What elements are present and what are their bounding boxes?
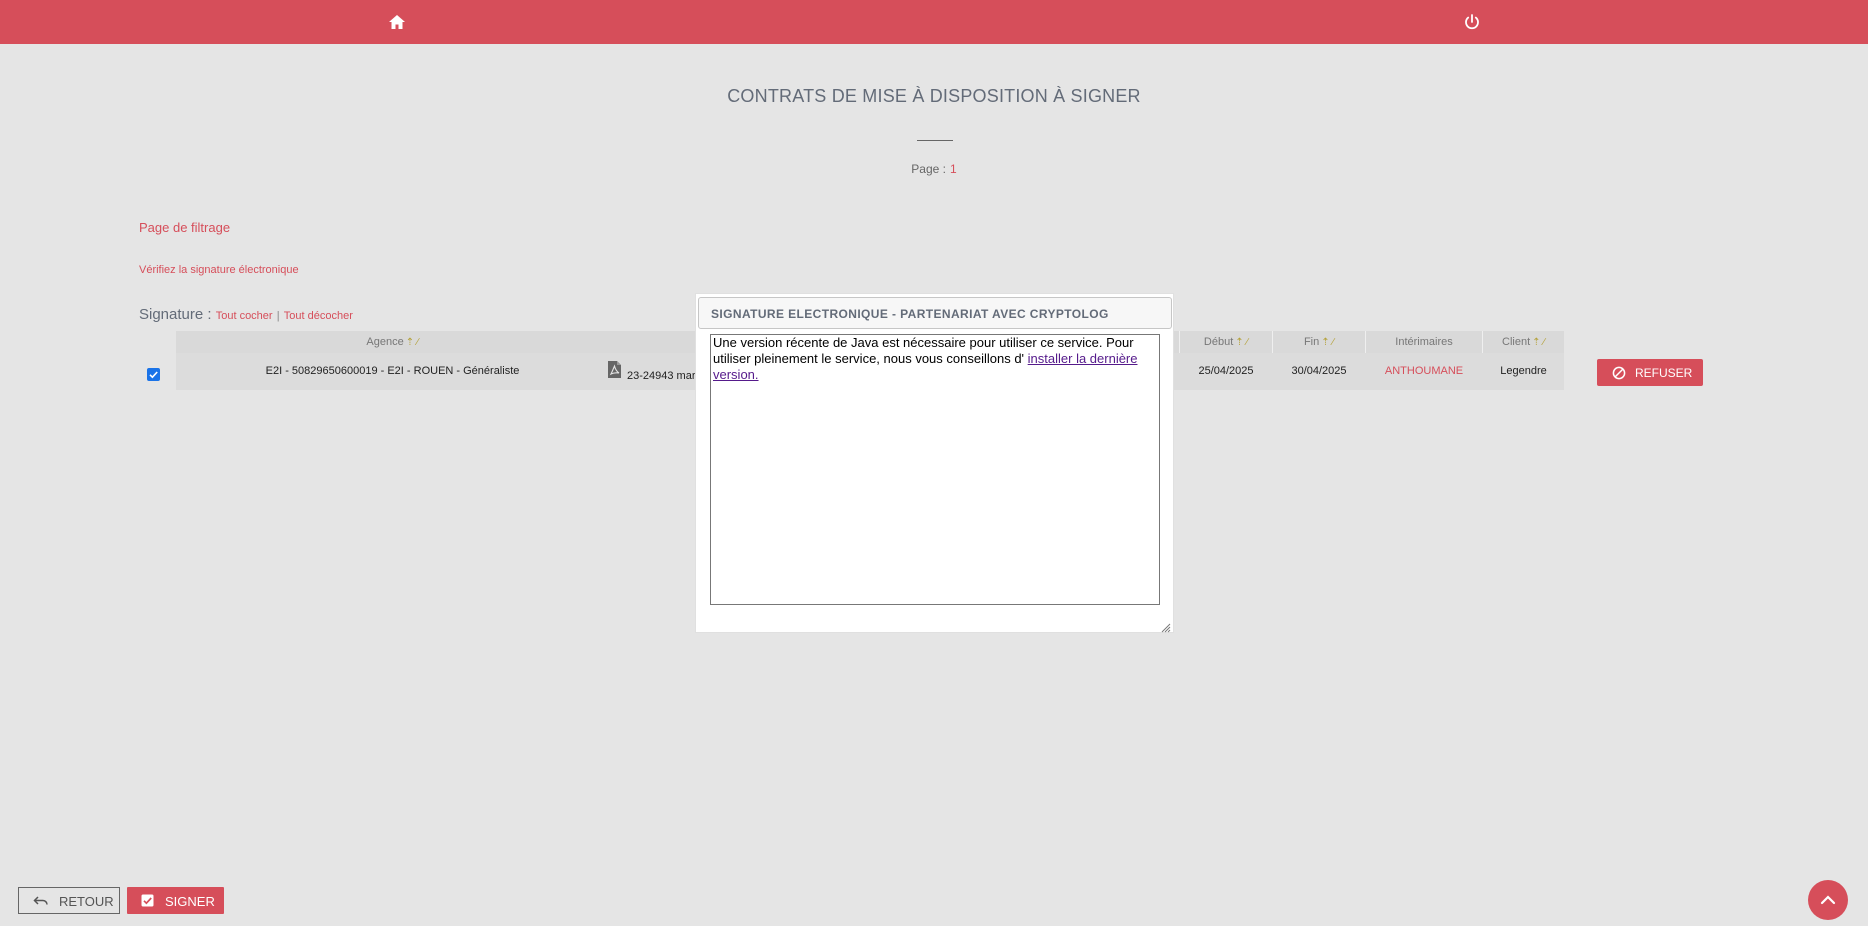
header-client[interactable]: Client ⇡ ∕ — [1483, 331, 1564, 353]
sort-icon[interactable]: ⇡ ∕ — [1235, 337, 1248, 348]
signature-controls: Signature : Tout cocher | Tout décocher — [139, 306, 353, 323]
undo-icon — [33, 894, 49, 908]
row-checkbox[interactable] — [147, 368, 160, 381]
top-navbar — [0, 0, 1868, 44]
scroll-to-top-button[interactable] — [1808, 880, 1848, 920]
power-icon[interactable] — [1462, 12, 1482, 32]
sign-button[interactable]: SIGNER — [127, 887, 224, 914]
java-applet-frame: Une version récente de Java est nécessai… — [710, 334, 1160, 605]
sort-icon[interactable]: ⇡ ∕ — [1532, 337, 1545, 348]
contract-link[interactable]: 23-24943 mar — [627, 370, 696, 382]
refuse-button-label: REFUSER — [1635, 366, 1693, 380]
header-interimaires: Intérimaires — [1395, 336, 1453, 348]
page-title: CONTRATS DE MISE À DISPOSITION À SIGNER — [727, 86, 1141, 106]
sort-icon[interactable]: ⇡ ∕ — [406, 337, 419, 348]
filter-page-link[interactable]: Page de filtrage — [139, 220, 230, 235]
dialog-title: SIGNATURE ELECTRONIQUE - PARTENARIAT AVE… — [711, 307, 1109, 321]
back-button[interactable]: RETOUR — [18, 887, 120, 914]
page-number-link[interactable]: 1 — [950, 162, 957, 176]
header-agence[interactable]: Agence ⇡ ∕ — [176, 331, 609, 353]
checkbox-icon — [141, 894, 154, 907]
uncheck-all-link[interactable]: Tout décocher — [284, 310, 353, 322]
pagination: Page : 1 — [0, 162, 1868, 176]
cell-debut: 25/04/2025 — [1198, 365, 1254, 377]
sort-icon[interactable]: ⇡ ∕ — [1321, 337, 1334, 348]
signature-dialog: SIGNATURE ELECTRONIQUE - PARTENARIAT AVE… — [695, 293, 1174, 633]
cell-fin: 30/04/2025 — [1291, 365, 1347, 377]
header-fin[interactable]: Fin ⇡ ∕ — [1273, 331, 1365, 353]
page-label: Page : — [911, 162, 946, 176]
pdf-icon[interactable] — [606, 360, 623, 379]
dialog-header: SIGNATURE ELECTRONIQUE - PARTENARIAT AVE… — [698, 297, 1172, 329]
cell-agence: E2I - 50829650600019 - E2I - ROUEN - Gén… — [265, 365, 520, 377]
resize-handle-icon[interactable] — [1161, 620, 1171, 633]
check-all-link[interactable]: Tout cocher — [216, 310, 273, 322]
title-divider — [917, 140, 953, 141]
cell-interimaire-link[interactable]: ANTHOUMANE — [1366, 353, 1482, 390]
header-debut[interactable]: Début ⇡ ∕ — [1180, 331, 1272, 353]
block-icon — [1612, 366, 1626, 380]
home-icon[interactable] — [387, 12, 407, 32]
verify-signature-link[interactable]: Vérifiez la signature électronique — [139, 264, 299, 276]
back-button-label: RETOUR — [59, 894, 114, 909]
refuse-button[interactable]: REFUSER — [1597, 359, 1703, 386]
sign-button-label: SIGNER — [165, 894, 215, 909]
cell-client: Legendre — [1500, 365, 1547, 377]
link-separator: | — [276, 310, 280, 322]
chevron-up-icon — [1820, 895, 1836, 905]
signature-label: Signature : — [139, 306, 212, 323]
